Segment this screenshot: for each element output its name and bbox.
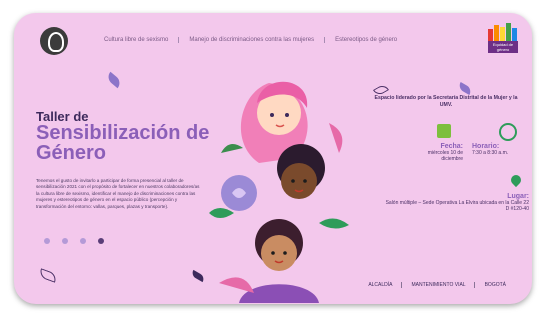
- nav-item-estereotipos[interactable]: Estereotipos de género: [325, 37, 407, 43]
- carousel-dot[interactable]: [44, 238, 50, 244]
- leaf-icon: [38, 268, 58, 283]
- footer-alcaldia: ALCALDÍA: [368, 282, 402, 288]
- top-navigation: Cultura libre de sexismo Manejo de discr…: [94, 37, 407, 43]
- brand-label: Equidad de género: [488, 41, 518, 53]
- clock-icon: [499, 123, 517, 141]
- equidad-genero-logo: Equidad de género: [488, 23, 518, 55]
- carousel-dot[interactable]: [80, 238, 86, 244]
- venue-note: Espacio liderado por la Secretaría Distr…: [374, 95, 518, 108]
- organization-logo: [40, 27, 68, 55]
- calendar-icon: [437, 124, 451, 138]
- time-value: 7:30 a 8:30 a.m.: [472, 150, 509, 156]
- carousel-dot[interactable]: [62, 238, 68, 244]
- leaf-icon: [457, 81, 473, 96]
- date-value: miércoles 10 de diciembre: [427, 150, 463, 162]
- date-label: Fecha:: [440, 143, 463, 150]
- location-icon: [508, 172, 524, 188]
- footer-bogota: BOGOTÁ: [484, 282, 506, 288]
- place-block: Lugar: Salón múltiple – Sede Operativa L…: [384, 193, 529, 212]
- invitation-card: Cultura libre de sexismo Manejo de discr…: [14, 13, 532, 304]
- time-block: Horario: 7:30 a 8:30 a.m.: [472, 143, 528, 156]
- leaf-icon: [105, 71, 123, 89]
- time-label: Horario:: [472, 143, 500, 150]
- place-label: Lugar:: [507, 193, 529, 200]
- women-illustration: [209, 81, 349, 303]
- nav-item-discriminaciones[interactable]: Manejo de discriminaciones contra las mu…: [179, 37, 326, 43]
- carousel-dot-active[interactable]: [98, 238, 104, 244]
- footer-mantenimiento: MANTENIMIENTO VIAL: [412, 282, 475, 288]
- page-title: Sensibilización de Género: [36, 122, 210, 164]
- date-block: Fecha: miércoles 10 de diciembre: [416, 143, 463, 162]
- place-value: Salón múltiple – Sede Operativa La Elvir…: [385, 200, 529, 212]
- nav-item-sexismo[interactable]: Cultura libre de sexismo: [94, 37, 180, 43]
- carousel-dots: [44, 238, 104, 244]
- event-description: Tenemos el gusto de invitarlo a particip…: [36, 178, 200, 209]
- footer-logos: ALCALDÍA MANTENIMIENTO VIAL BOGOTÁ: [368, 282, 514, 288]
